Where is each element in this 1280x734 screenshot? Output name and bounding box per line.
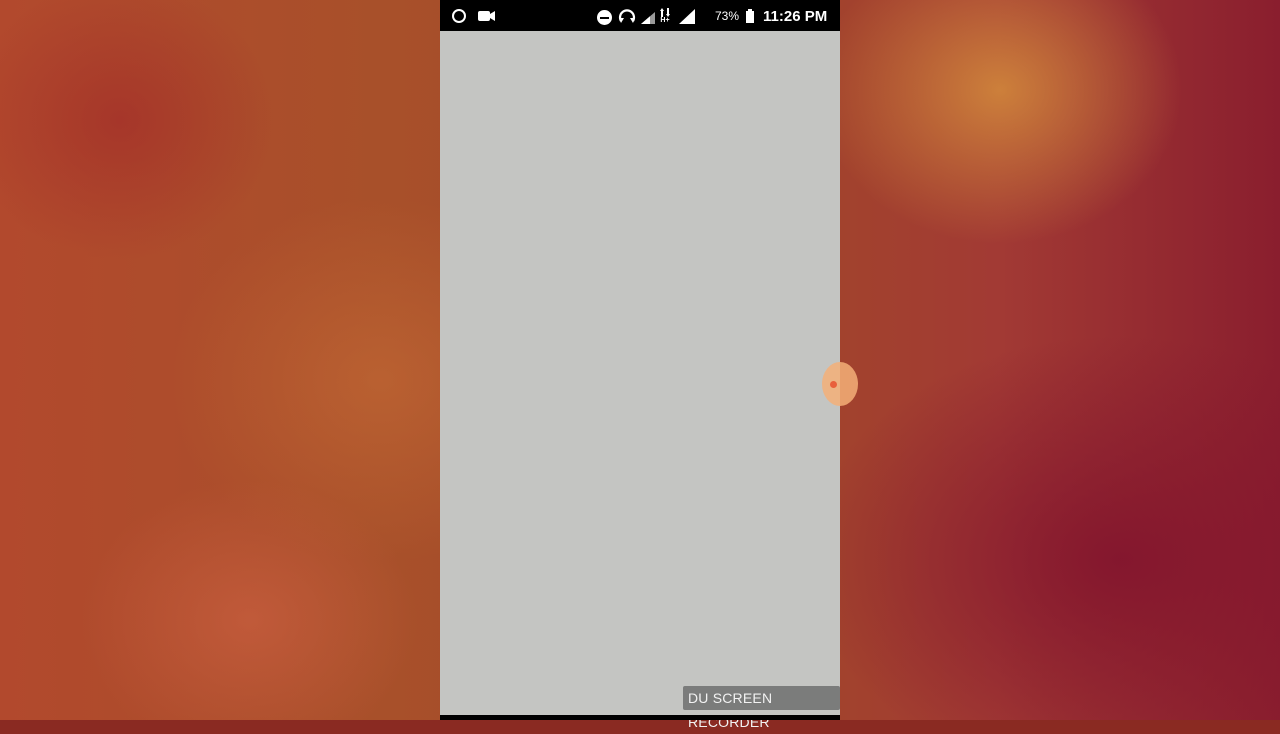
- data-arrows-icon: H+: [659, 6, 671, 26]
- do-not-disturb-icon: [597, 10, 612, 25]
- battery-icon: [746, 9, 754, 23]
- sync-icon: [618, 9, 636, 25]
- battery-percentage: 73%: [715, 9, 740, 23]
- bottom-bar: [440, 715, 840, 720]
- record-dot: [830, 381, 837, 388]
- network-type-label: H+: [660, 16, 670, 24]
- status-bar: H+ 73% 11:26 PM: [440, 0, 840, 31]
- signal-icon: [679, 9, 695, 24]
- blank-app-content: [440, 31, 840, 715]
- status-time: 11:26 PM: [763, 7, 828, 25]
- phone-screen: H+ 73% 11:26 PM DU SCREEN RECORDER: [440, 0, 858, 730]
- video-camera-icon: [478, 10, 496, 22]
- record-icon: [452, 9, 466, 23]
- signal-icon: [641, 12, 655, 24]
- screen-recorder-bubble-icon[interactable]: [822, 362, 858, 406]
- watermark-label: DU SCREEN RECORDER: [683, 686, 840, 730]
